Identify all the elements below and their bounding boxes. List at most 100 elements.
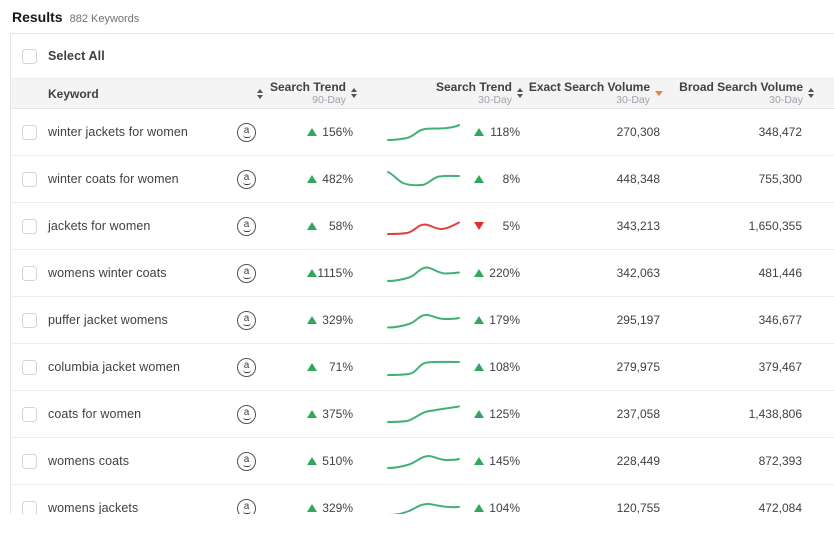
amazon-marketplace-icon[interactable]: a	[237, 123, 256, 142]
exact-volume-value: 228,449	[523, 438, 663, 484]
keyword-text: columbia jacket women	[48, 359, 180, 375]
trend90-direction-icon	[307, 128, 317, 136]
trend90-value: 375%	[317, 407, 357, 421]
table-row[interactable]: jackets for women a 58% 5% 343,213 1,650…	[11, 203, 834, 250]
exact-volume-value: 279,975	[523, 344, 663, 390]
trend30-value: 5%	[484, 219, 523, 233]
sort-icon[interactable]	[808, 88, 814, 98]
broad-column-label: Broad Search Volume	[679, 81, 803, 94]
exact-column-sublabel: 30-Day	[616, 95, 650, 106]
trend30-value: 220%	[484, 266, 523, 280]
column-header-search-trend-90[interactable]: Search Trend 90-Day	[269, 81, 357, 106]
row-checkbox[interactable]	[22, 360, 37, 375]
search-trend-sparkline	[386, 354, 461, 380]
trend90-value: 71%	[317, 360, 357, 374]
table-row[interactable]: womens jackets a 329% 104% 120,755 472,0…	[11, 485, 834, 514]
amazon-marketplace-icon[interactable]: a	[237, 311, 256, 330]
trend90-value: 329%	[317, 501, 357, 514]
trend90-value: 510%	[317, 454, 357, 468]
trend90-direction-icon	[307, 222, 317, 230]
row-checkbox[interactable]	[22, 172, 37, 187]
search-trend-sparkline	[386, 119, 461, 145]
trend90-direction-icon	[307, 504, 317, 512]
exact-volume-value: 448,348	[523, 156, 663, 202]
column-header-keyword[interactable]: Keyword	[48, 87, 269, 101]
keyword-text: puffer jacket womens	[48, 312, 168, 328]
trend30-value: 108%	[484, 360, 523, 374]
amazon-marketplace-icon[interactable]: a	[237, 452, 256, 471]
amazon-marketplace-icon[interactable]: a	[237, 217, 256, 236]
trend90-direction-icon	[307, 410, 317, 418]
keyword-text: winter coats for women	[48, 171, 179, 187]
trend90-value: 329%	[317, 313, 357, 327]
exact-volume-value: 342,063	[523, 250, 663, 296]
amazon-marketplace-icon[interactable]: a	[237, 358, 256, 377]
keyword-text: womens winter coats	[48, 265, 167, 281]
trend30-value: 8%	[484, 172, 523, 186]
trend30-direction-icon	[474, 128, 484, 136]
table-row[interactable]: columbia jacket women a 71% 108% 279,975…	[11, 344, 834, 391]
amazon-marketplace-icon[interactable]: a	[237, 405, 256, 424]
table-row[interactable]: winter coats for women a 482% 8% 448,348…	[11, 156, 834, 203]
row-checkbox[interactable]	[22, 501, 37, 515]
table-row[interactable]: winter jackets for women a 156% 118% 270…	[11, 109, 834, 156]
search-trend-sparkline	[386, 307, 461, 333]
trend90-direction-icon	[307, 316, 317, 324]
trend90-column-sublabel: 90-Day	[312, 95, 346, 106]
table-row[interactable]: coats for women a 375% 125% 237,058 1,43…	[11, 391, 834, 438]
exact-volume-value: 237,058	[523, 391, 663, 437]
trend30-value: 145%	[484, 454, 523, 468]
row-checkbox[interactable]	[22, 313, 37, 328]
select-all-row: Select All	[11, 34, 834, 78]
broad-volume-value: 1,438,806	[663, 391, 834, 437]
trend30-direction-icon	[474, 410, 484, 418]
results-table-panel: Select All Keyword Search Trend 90-Day S…	[10, 33, 834, 514]
broad-volume-value: 348,472	[663, 109, 834, 155]
select-all-checkbox[interactable]	[22, 49, 37, 64]
broad-volume-value: 472,084	[663, 485, 834, 514]
row-checkbox[interactable]	[22, 219, 37, 234]
results-title: Results	[12, 9, 63, 25]
trend30-direction-icon	[474, 316, 484, 324]
search-trend-sparkline	[386, 448, 461, 474]
trend30-direction-icon	[474, 222, 484, 230]
sort-descending-active-icon[interactable]	[655, 91, 663, 96]
column-header-exact-search-volume[interactable]: Exact Search Volume 30-Day	[523, 81, 663, 106]
trend30-direction-icon	[474, 457, 484, 465]
amazon-marketplace-icon[interactable]: a	[237, 499, 256, 515]
table-row[interactable]: womens coats a 510% 145% 228,449 872,393	[11, 438, 834, 485]
column-header-search-trend-30[interactable]: Search Trend 30-Day	[357, 81, 523, 106]
broad-volume-value: 872,393	[663, 438, 834, 484]
column-header-broad-search-volume[interactable]: Broad Search Volume 30-Day	[663, 81, 834, 106]
search-trend-sparkline	[386, 260, 461, 286]
search-trend-sparkline	[386, 495, 461, 514]
trend30-value: 179%	[484, 313, 523, 327]
row-checkbox[interactable]	[22, 266, 37, 281]
search-trend-sparkline	[386, 213, 461, 239]
trend90-value: 482%	[317, 172, 357, 186]
broad-volume-value: 481,446	[663, 250, 834, 296]
trend30-direction-icon	[474, 504, 484, 512]
keyword-text: winter jackets for women	[48, 124, 188, 140]
amazon-marketplace-icon[interactable]: a	[237, 264, 256, 283]
keyword-results-screen: Results 882 Keywords Select All Keyword …	[0, 0, 834, 537]
table-row[interactable]: puffer jacket womens a 329% 179% 295,197…	[11, 297, 834, 344]
amazon-marketplace-icon[interactable]: a	[237, 170, 256, 189]
trend90-direction-icon	[307, 269, 317, 277]
broad-volume-value: 755,300	[663, 156, 834, 202]
results-header: Results 882 Keywords	[12, 9, 139, 25]
trend90-value: 1115%	[317, 266, 357, 280]
exact-volume-value: 343,213	[523, 203, 663, 249]
broad-volume-value: 1,650,355	[663, 203, 834, 249]
trend90-direction-icon	[307, 457, 317, 465]
sort-icon[interactable]	[257, 89, 263, 99]
row-checkbox[interactable]	[22, 125, 37, 140]
trend30-value: 125%	[484, 407, 523, 421]
table-row[interactable]: womens winter coats a 1115% 220% 342,063…	[11, 250, 834, 297]
table-body: winter jackets for women a 156% 118% 270…	[11, 109, 834, 514]
row-checkbox[interactable]	[22, 407, 37, 422]
search-trend-sparkline	[386, 401, 461, 427]
trend30-value: 118%	[484, 125, 523, 139]
exact-column-label: Exact Search Volume	[529, 81, 650, 94]
row-checkbox[interactable]	[22, 454, 37, 469]
